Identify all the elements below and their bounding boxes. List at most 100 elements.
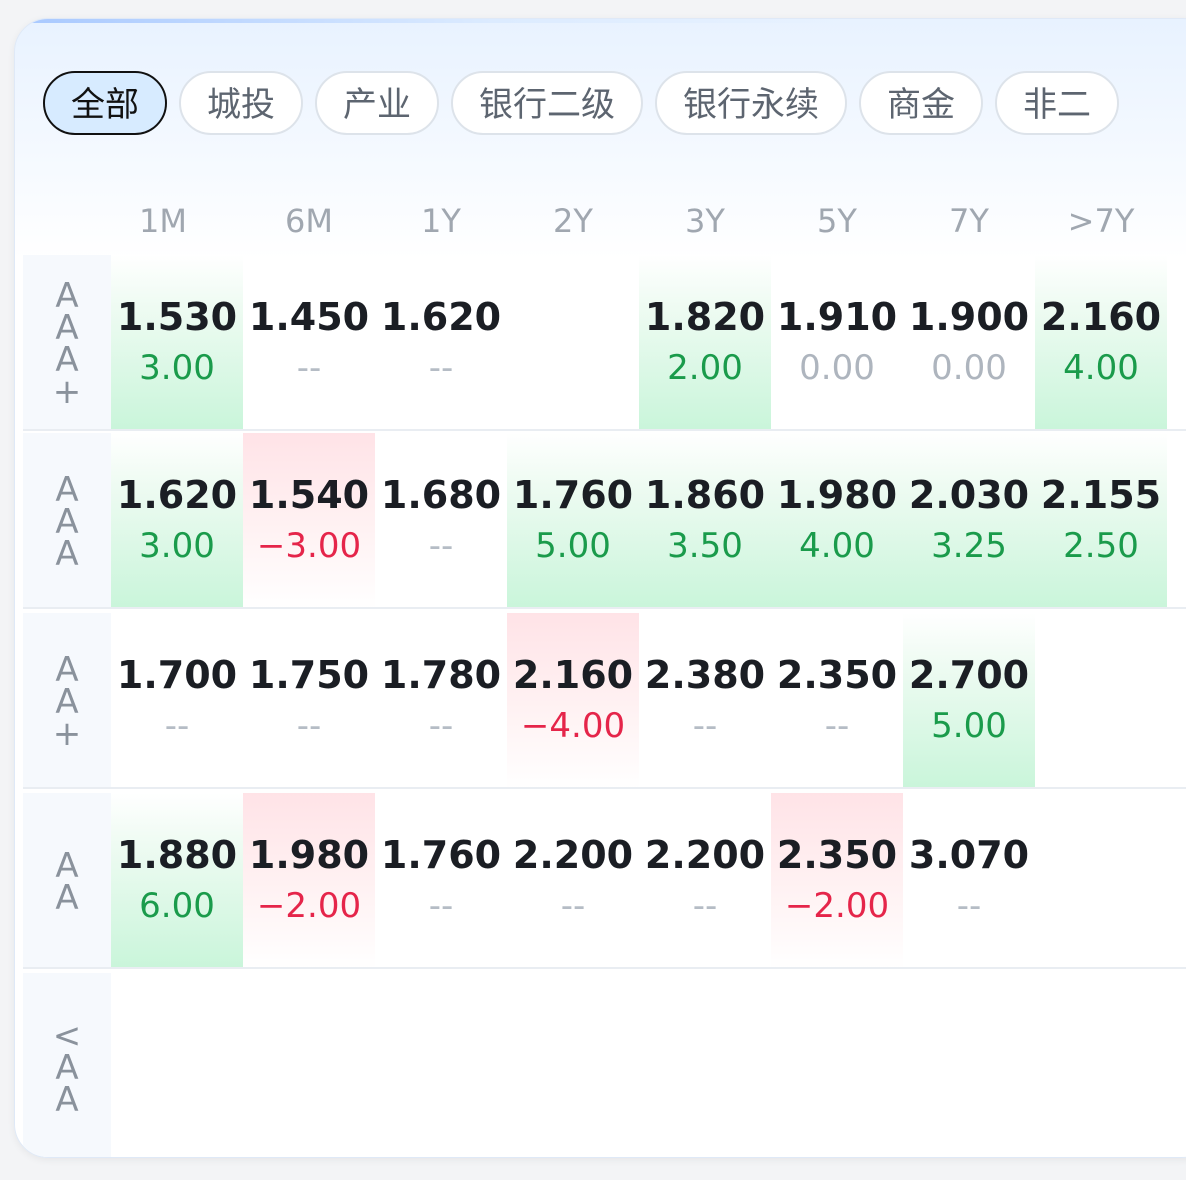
yield-change: -- [296,348,322,388]
row-divider [23,607,1186,609]
yield-value: 2.700 [908,653,1030,697]
yield-cell[interactable]: 2.200 -- [507,793,639,969]
yield-cell [1035,613,1167,789]
rating-label: AA [23,793,111,969]
yield-cell[interactable]: 2.160 −4.00 [507,613,639,789]
column-header: 1Y [421,202,461,240]
rating-label: A A + [23,613,111,789]
yield-change: −3.00 [256,526,362,566]
column-header: 3Y [685,202,725,240]
yield-cell[interactable]: 1.760 5.00 [507,433,639,609]
yield-cell[interactable]: 1.980 −2.00 [243,793,375,969]
tab-bank-tier2[interactable]: 银行二级 [451,71,643,135]
yield-value: 1.700 [116,653,238,697]
yield-cell[interactable]: 1.530 3.00 [111,255,243,431]
yield-value: 1.450 [248,295,370,339]
yield-change: −2.00 [784,886,890,926]
yield-cell[interactable]: 2.700 5.00 [903,613,1035,789]
yield-change: -- [692,886,718,926]
rating-label: < A A [23,973,111,1157]
yield-cell[interactable]: 1.880 6.00 [111,793,243,969]
yield-value: 2.160 [1040,295,1162,339]
rating-label-char: A [55,308,79,348]
yield-change: -- [692,706,718,746]
yield-cell[interactable]: 1.760 -- [375,793,507,969]
yield-change: -- [164,706,190,746]
tab-shangjin[interactable]: 商金 [859,71,983,135]
yield-value: 1.620 [116,473,238,517]
yield-change: 3.00 [139,348,215,388]
yield-cell[interactable]: 2.160 4.00 [1035,255,1167,431]
tab-feier[interactable]: 非二 [995,71,1119,135]
tab-bank-perpetual[interactable]: 银行永续 [655,71,847,135]
yield-cell[interactable]: 1.900 0.00 [903,255,1035,431]
yield-cell[interactable]: 2.350 −2.00 [771,793,903,969]
yield-cell[interactable]: 2.030 3.25 [903,433,1035,609]
yield-cell[interactable]: 1.820 2.00 [639,255,771,431]
yield-value: 1.680 [380,473,502,517]
yield-change: 5.00 [931,706,1007,746]
column-header: 6M [285,202,333,240]
row-divider [23,967,1186,969]
yield-change: −4.00 [520,706,626,746]
yield-change: -- [428,526,454,566]
yield-cell[interactable]: 1.980 4.00 [771,433,903,609]
row-divider [23,429,1186,431]
yield-cell[interactable]: 1.860 3.50 [639,433,771,609]
yield-matrix-card: 全部 城投 产业 银行二级 银行永续 商金 非二 1M 6M 1Y 2Y 3Y 5Y 7Y >7Y A A A +… [14,18,1186,1158]
yield-value: 2.030 [908,473,1030,517]
yield-cell[interactable]: 1.750 -- [243,613,375,789]
yield-cell [771,973,903,1149]
yield-value: 1.530 [116,295,238,339]
yield-change: 0.00 [931,348,1007,388]
yield-change: -- [428,886,454,926]
yield-cell[interactable]: 1.780 -- [375,613,507,789]
yield-cell[interactable]: 2.200 -- [639,793,771,969]
yield-change: 3.00 [139,526,215,566]
yield-cell[interactable]: 1.620 3.00 [111,433,243,609]
yield-value: 1.620 [380,295,502,339]
yield-value: 1.760 [380,833,502,877]
yield-change: -- [560,886,586,926]
yield-value: 2.155 [1040,473,1162,517]
yield-cell [903,973,1035,1149]
yield-cell[interactable]: 1.540 −3.00 [243,433,375,609]
rating-label-char: + [52,714,82,754]
yield-cell[interactable]: 1.620 -- [375,255,507,431]
yield-value: 1.980 [248,833,370,877]
rating-label-char: A [55,878,79,918]
yield-change: 0.00 [799,348,875,388]
yield-cell[interactable]: 2.350 -- [771,613,903,789]
tab-chanye[interactable]: 产业 [315,71,439,135]
rating-label-char: A [55,1080,79,1120]
column-header: 7Y [949,202,989,240]
rating-label-char: A [55,276,79,316]
yield-cell[interactable]: 2.155 2.50 [1035,433,1167,609]
yield-value: 2.380 [644,653,766,697]
column-header: 2Y [553,202,593,240]
yield-cell[interactable]: 1.910 0.00 [771,255,903,431]
yield-cell[interactable]: 1.700 -- [111,613,243,789]
yield-change: 2.50 [1063,526,1139,566]
yield-value: 2.350 [776,653,898,697]
tab-chengtou[interactable]: 城投 [179,71,303,135]
rating-label-char: A [55,1048,79,1088]
yield-value: 1.540 [248,473,370,517]
yield-cell [1035,793,1167,969]
column-header: 5Y [817,202,857,240]
yield-cell[interactable]: 3.070 -- [903,793,1035,969]
rating-label-char: A [55,502,79,542]
yield-change: 6.00 [139,886,215,926]
yield-cell[interactable]: 1.450 -- [243,255,375,431]
tab-all[interactable]: 全部 [43,71,167,135]
yield-value: 2.200 [512,833,634,877]
yield-change: -- [296,706,322,746]
yield-change: -- [428,348,454,388]
yield-cell[interactable]: 1.680 -- [375,433,507,609]
rating-label-char: A [55,470,79,510]
yield-cell[interactable]: 2.380 -- [639,613,771,789]
rating-label-char: A [55,650,79,690]
yield-cell [1035,973,1167,1149]
rating-label-char: A [55,534,79,574]
rating-label: AAA [23,433,111,609]
